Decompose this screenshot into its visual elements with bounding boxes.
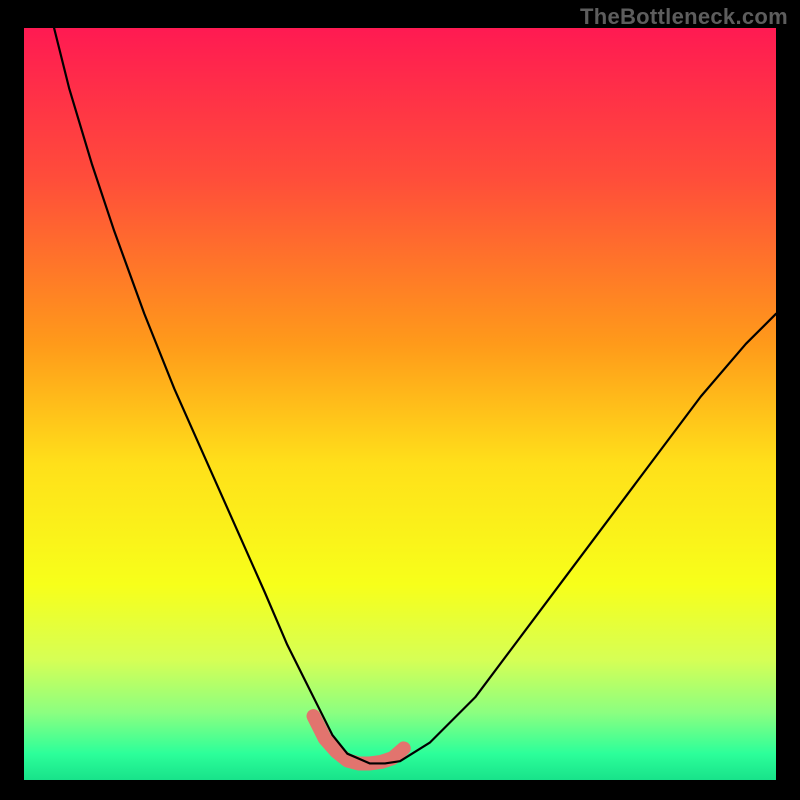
watermark-text: TheBottleneck.com — [580, 4, 788, 30]
bottleneck-chart — [24, 28, 776, 780]
chart-frame: TheBottleneck.com — [0, 0, 800, 800]
gradient-background — [24, 28, 776, 780]
plot-area — [24, 28, 776, 780]
